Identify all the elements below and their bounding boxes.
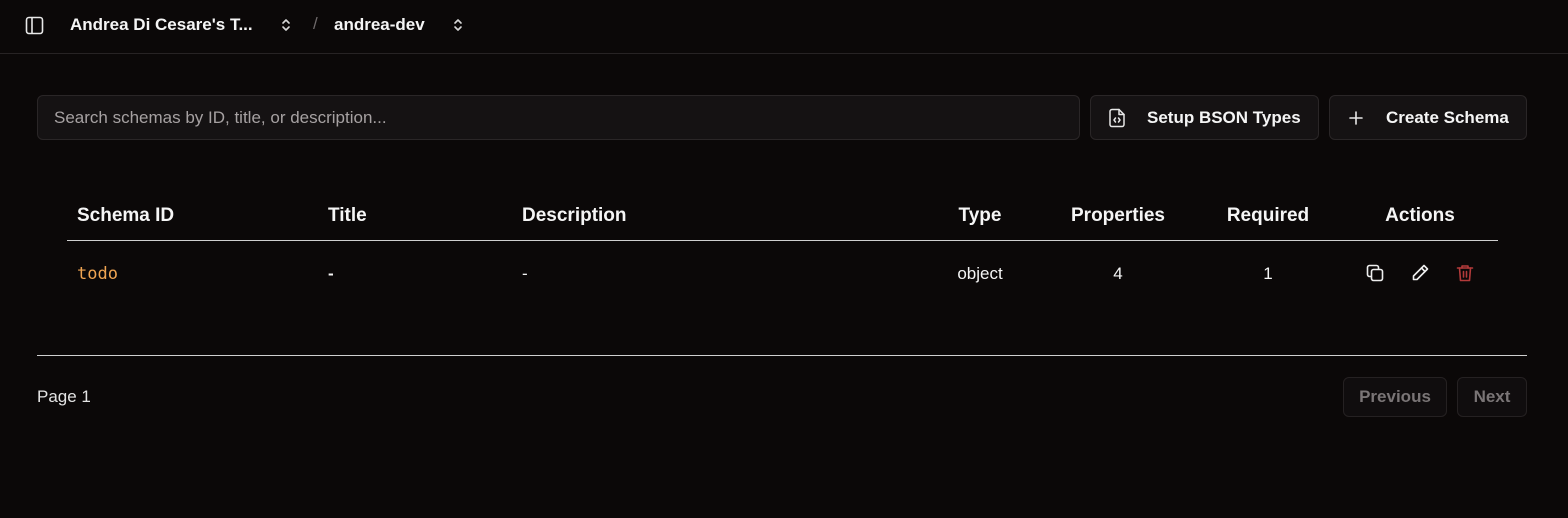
plus-icon (1346, 108, 1366, 128)
next-page-button[interactable]: Next (1457, 377, 1527, 417)
column-type[interactable]: Type (959, 205, 1002, 227)
schema-properties-count: 4 (1113, 264, 1123, 283)
setup-bson-types-label: Setup BSON Types (1147, 107, 1301, 127)
copy-icon[interactable] (1364, 262, 1386, 284)
schema-id-link[interactable]: todo (77, 264, 118, 284)
create-schema-button[interactable]: Create Schema (1329, 95, 1527, 140)
pencil-icon[interactable] (1409, 262, 1431, 284)
create-schema-label: Create Schema (1386, 107, 1509, 127)
top-bar: Andrea Di Cesare's T... / andrea-dev (0, 0, 1568, 54)
setup-bson-types-button[interactable]: Setup BSON Types (1090, 95, 1319, 140)
column-description[interactable]: Description (522, 205, 627, 227)
table-divider (37, 355, 1527, 356)
table-header: Schema ID Title Description Type Propert… (67, 192, 1498, 241)
schema-title: - (328, 264, 334, 283)
column-title[interactable]: Title (328, 205, 367, 227)
previous-page-button[interactable]: Previous (1343, 377, 1447, 417)
page-indicator: Page 1 (37, 387, 91, 406)
breadcrumb-team[interactable]: Andrea Di Cesare's T... (70, 14, 290, 36)
team-name: Andrea Di Cesare's T... (70, 15, 253, 34)
breadcrumb-project[interactable]: andrea-dev (334, 14, 462, 36)
schema-type: object (957, 264, 1003, 283)
schemas-table: Schema ID Title Description Type Propert… (67, 192, 1498, 284)
trash-icon[interactable] (1454, 262, 1476, 284)
search-box (37, 95, 1080, 140)
breadcrumb-separator: / (313, 14, 318, 33)
project-name: andrea-dev (334, 15, 425, 34)
schema-required-count: 1 (1263, 264, 1273, 283)
sidebar-panel-icon[interactable] (24, 15, 44, 35)
column-required[interactable]: Required (1227, 205, 1309, 227)
column-actions: Actions (1385, 205, 1455, 226)
chevron-up-down-icon (280, 18, 292, 32)
chevron-up-down-icon (452, 18, 464, 32)
schema-description: - (522, 264, 528, 283)
column-properties[interactable]: Properties (1071, 205, 1165, 227)
file-code-icon (1107, 108, 1127, 128)
search-input[interactable] (54, 107, 1079, 128)
column-schema-id[interactable]: Schema ID (77, 205, 174, 227)
